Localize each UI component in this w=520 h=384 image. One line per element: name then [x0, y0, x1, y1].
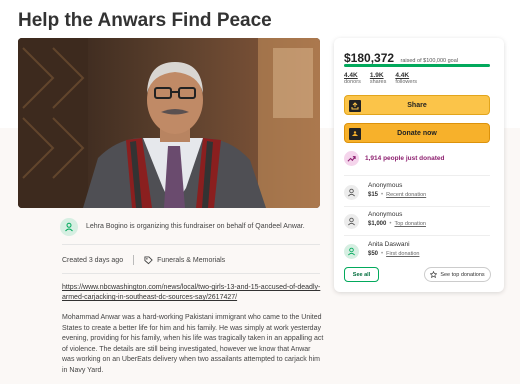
tag-icon	[144, 255, 153, 264]
donor-name: Anonymous	[368, 211, 403, 218]
bullet-separator: •	[381, 192, 384, 198]
divider	[344, 175, 490, 176]
user-icon	[344, 185, 359, 200]
meta-separator	[133, 255, 135, 265]
donation-amount: $15	[368, 192, 379, 198]
donate-icon	[349, 128, 361, 140]
progress-bar	[344, 64, 490, 67]
bullet-separator: •	[381, 251, 384, 257]
trending-donations: 1,914 people just donated	[344, 151, 444, 166]
user-icon	[344, 214, 359, 229]
donation-detail: $15 • Recent donation	[368, 192, 426, 198]
donor-name: Anita Daswani	[368, 241, 410, 248]
share-button[interactable]: Share	[344, 95, 490, 115]
progress-bar-fill	[344, 64, 490, 67]
created-date: Created 3 days ago	[62, 256, 124, 264]
donation-detail: $50 • First donation	[368, 251, 419, 257]
user-icon	[60, 218, 78, 236]
stat-followers[interactable]: 4.4K followers	[395, 72, 417, 85]
story-text: Mohammad Anwar was a hard-working Pakist…	[62, 314, 324, 374]
campaign-photo-image	[18, 38, 320, 208]
divider	[344, 235, 490, 236]
see-top-donations-button[interactable]: See top donations	[424, 267, 491, 282]
stat-label: shares	[369, 79, 387, 85]
stat-value: 4.4K	[395, 72, 410, 79]
trending-up-icon	[344, 151, 359, 166]
campaign-photo	[18, 38, 320, 208]
share-label: Share	[407, 101, 427, 109]
donation-tag[interactable]: First donation	[386, 251, 419, 257]
donation-detail: $1,000 • Top donation	[368, 221, 426, 227]
campaign-meta: Created 3 days ago Funerals & Memorials	[62, 255, 225, 265]
see-top-label: See top donations	[440, 271, 485, 278]
organizer-text: Lehra Bogino is organizing this fundrais…	[86, 223, 305, 230]
see-all-button[interactable]: See all	[344, 267, 379, 282]
divider	[344, 206, 490, 207]
stat-donors[interactable]: 4.4K donors	[344, 72, 361, 85]
campaign-stats: 4.4K donors 1.9K shares 4.4K followers	[344, 72, 426, 85]
stat-value: 1.9K	[369, 72, 384, 79]
donate-button[interactable]: Donate now	[344, 123, 490, 143]
trending-text: 1,914 people just donated	[365, 155, 445, 162]
divider	[62, 244, 320, 245]
stat-value: 4.4K	[344, 72, 358, 79]
share-icon	[349, 100, 361, 112]
news-article-link[interactable]: https://www.nbcwashington.com/news/local…	[62, 283, 324, 303]
stat-shares[interactable]: 1.9K shares	[370, 72, 387, 85]
category-link[interactable]: Funerals & Memorials	[157, 257, 225, 264]
user-icon	[344, 244, 359, 259]
donation-tag[interactable]: Recent donation	[386, 192, 426, 198]
donation-card: $180,372 raised of $100,000 goal 4.4K do…	[334, 38, 504, 292]
bullet-separator: •	[389, 221, 392, 227]
page-title: Help the Anwars Find Peace	[18, 10, 272, 31]
divider	[62, 273, 320, 274]
stat-label: donors	[344, 79, 361, 85]
donation-amount: $1,000	[368, 221, 387, 227]
donation-item: Anonymous $15 • Recent donation	[344, 182, 494, 206]
donate-label: Donate now	[397, 129, 437, 137]
stat-label: followers	[395, 79, 418, 85]
donation-item: Anita Daswani $50 • First donation	[344, 241, 494, 265]
donor-name: Anonymous	[368, 182, 403, 189]
amount-value: $180,372	[344, 51, 395, 65]
donation-item: Anonymous $1,000 • Top donation	[344, 211, 494, 235]
donation-amount: $50	[368, 251, 379, 257]
star-icon	[430, 271, 438, 278]
donation-tag[interactable]: Top donation	[394, 221, 426, 227]
